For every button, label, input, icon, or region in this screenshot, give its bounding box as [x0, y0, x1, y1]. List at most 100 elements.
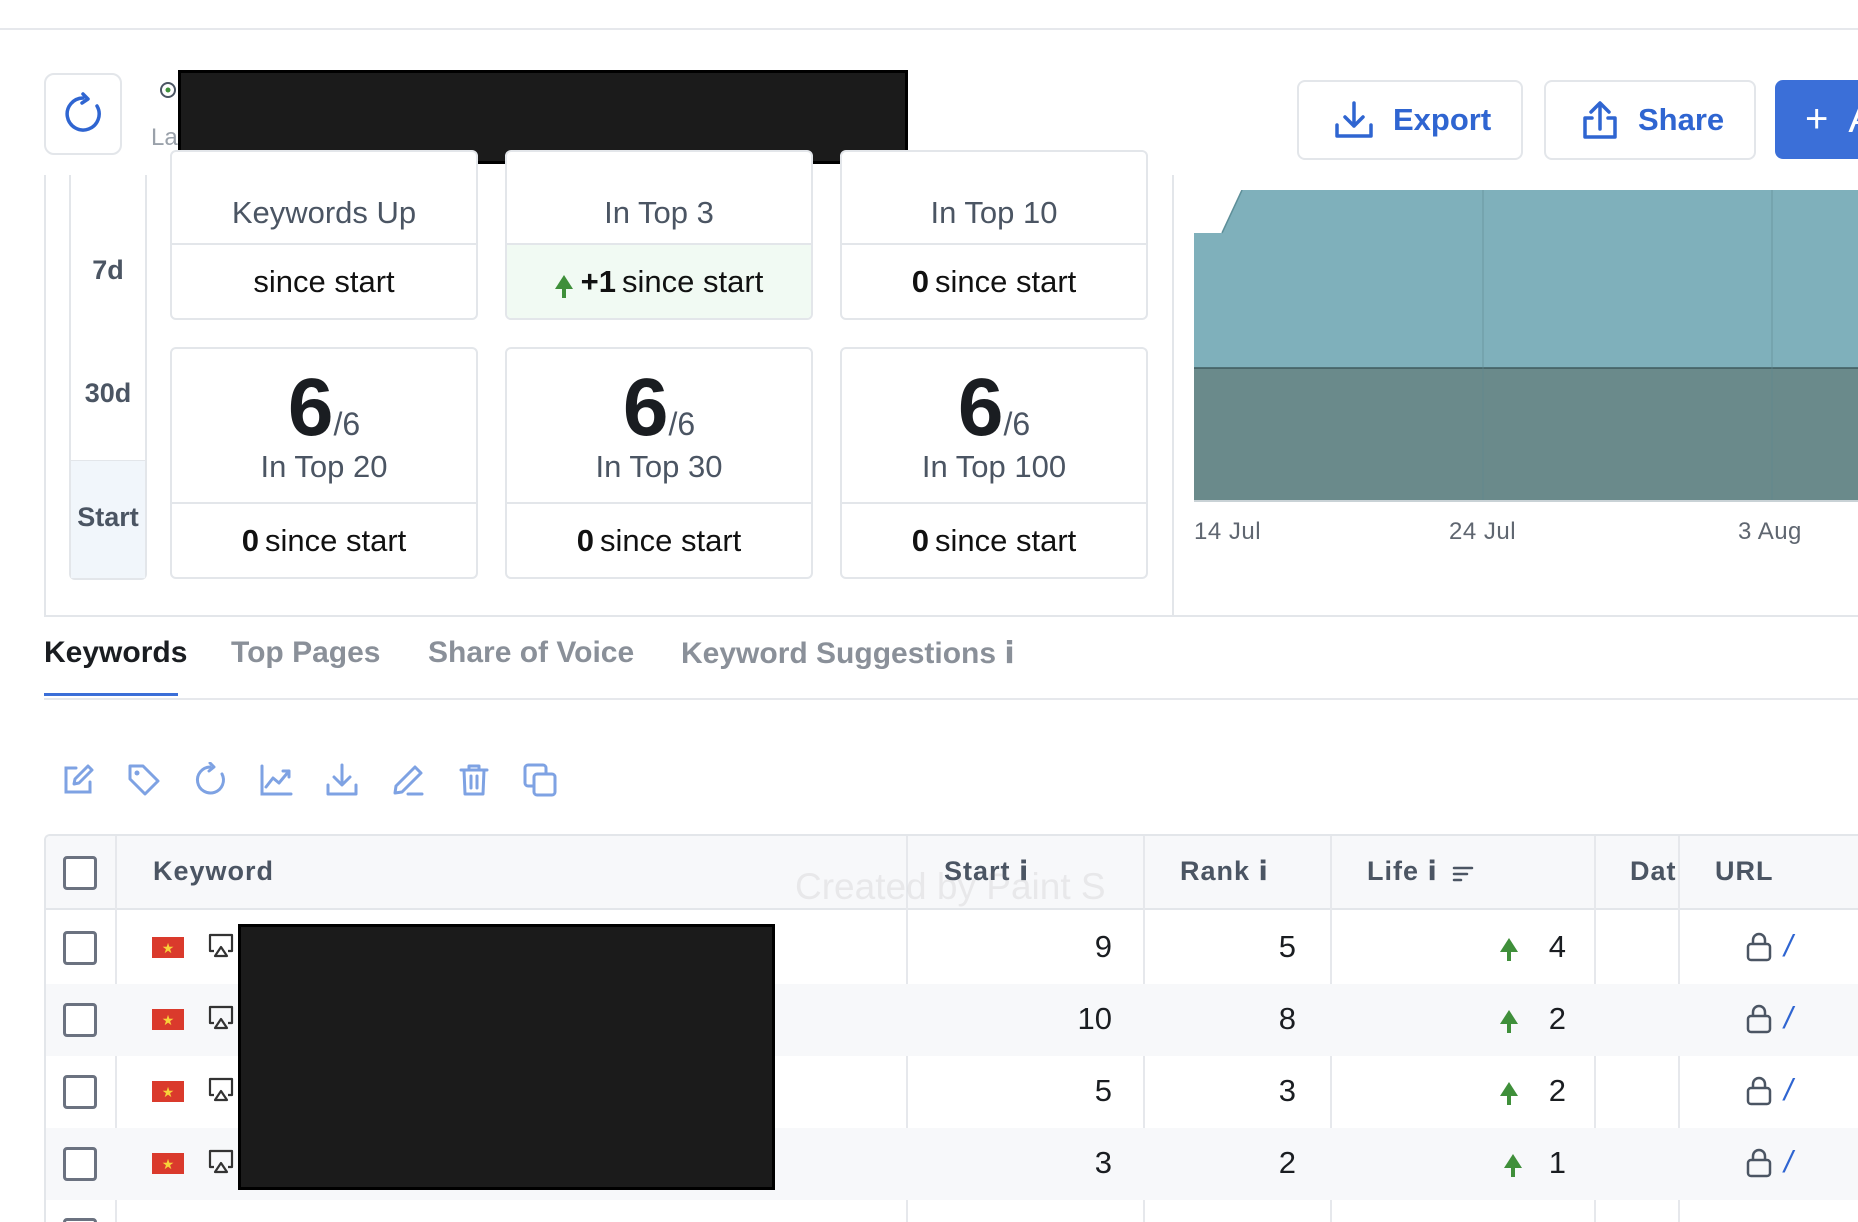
cell-life: 2	[1548, 1073, 1566, 1108]
card-title: In Top 100	[921, 449, 1067, 484]
cell-url[interactable]: /	[1784, 928, 1793, 964]
top-divider	[0, 0, 1858, 30]
lock-icon[interactable]	[1746, 932, 1772, 962]
card-foot-value: 0	[576, 522, 594, 558]
card-count: 6/6	[842, 361, 1146, 455]
arrow-up-icon	[554, 274, 573, 298]
chart-x-label: 24 Jul	[1449, 518, 1517, 545]
col-header-keyword[interactable]: Keyword	[153, 856, 274, 887]
redacted-keywords	[238, 924, 775, 1190]
card-foot-text: since start	[622, 263, 764, 299]
col-header-url[interactable]: URL	[1715, 856, 1774, 887]
download-icon	[1335, 101, 1373, 138]
card-foot-value: 0	[241, 522, 259, 558]
table-toolbar	[60, 762, 558, 798]
col-header-life[interactable]: Life ⅰ	[1367, 856, 1438, 887]
card-foot-value: +1	[580, 263, 617, 299]
card-foot-text: since start	[934, 522, 1077, 558]
card-count: 6/6	[172, 361, 476, 455]
download-icon[interactable]	[324, 762, 360, 798]
trash-icon[interactable]	[456, 762, 492, 798]
cell-life: 1	[1548, 1145, 1566, 1180]
arrow-up-icon	[1500, 1082, 1518, 1105]
tab-top-pages[interactable]: Top Pages	[231, 636, 380, 670]
period-selector: 7d 30d Start	[69, 175, 147, 580]
vietnam-flag-icon: ★	[152, 937, 184, 958]
pencil-icon[interactable]	[390, 762, 426, 798]
copy-icon[interactable]	[522, 762, 558, 798]
export-label: Export	[1393, 102, 1492, 137]
card-title: In Top 30	[595, 449, 723, 484]
lock-icon[interactable]	[1746, 1148, 1772, 1178]
export-button[interactable]: Export	[1297, 80, 1523, 160]
cell-life: 2	[1548, 1001, 1566, 1036]
col-header-rank[interactable]: Rank ⅰ	[1180, 856, 1269, 887]
cell-start: 3	[1094, 1145, 1112, 1180]
active-tab-indicator	[44, 693, 178, 696]
card-in-top-100: 6/6 In Top 100 0 since start	[840, 347, 1148, 579]
refresh-icon[interactable]	[192, 762, 228, 798]
edit-icon[interactable]	[60, 762, 96, 798]
card-footer: 0 since start	[842, 502, 1146, 577]
cell-url[interactable]: /	[1784, 1144, 1793, 1180]
tab-keywords[interactable]: Keywords	[44, 636, 187, 670]
tab-share-of-voice[interactable]: Share of Voice	[428, 636, 634, 670]
sort-icon[interactable]	[1452, 864, 1474, 884]
cell-start: 10	[1077, 1001, 1112, 1036]
plus-icon: +	[1805, 97, 1829, 141]
ranking-distribution-chart	[1194, 190, 1858, 502]
tab-keyword-suggestions[interactable]: Keyword Suggestions ⅰ	[681, 636, 1015, 671]
desktop-icon	[208, 1005, 234, 1030]
row-checkbox[interactable]	[63, 931, 97, 965]
arrow-up-icon	[1500, 938, 1518, 961]
col-header-date[interactable]: Dat	[1630, 856, 1677, 887]
card-count-value: 6	[622, 362, 669, 453]
card-count-value: 6	[957, 362, 1004, 453]
share-button[interactable]: Share	[1544, 80, 1756, 160]
select-all-checkbox[interactable]	[63, 856, 97, 890]
cell-url[interactable]: /	[1784, 1072, 1793, 1108]
period-30d[interactable]: 30d	[71, 378, 145, 409]
row-checkbox[interactable]	[63, 1003, 97, 1037]
row-checkbox[interactable]	[63, 1075, 97, 1109]
card-count: 6/6	[507, 361, 811, 455]
tag-icon[interactable]	[126, 762, 162, 798]
lock-icon[interactable]	[1746, 1076, 1772, 1106]
card-footer: 0 since start	[172, 502, 476, 577]
cell-start: 9	[1094, 929, 1112, 964]
vietnam-flag-icon: ★	[152, 1009, 184, 1030]
tab-bar: Keywords Top Pages Share of Voice Keywor…	[44, 636, 1858, 700]
refresh-button[interactable]	[44, 73, 122, 155]
cell-rank: 5	[1278, 929, 1296, 964]
chart-icon[interactable]	[258, 762, 294, 798]
card-count-total: /6	[668, 406, 696, 442]
share-label: Share	[1638, 102, 1725, 137]
card-title: In Top 20	[260, 449, 388, 484]
row-checkbox[interactable]	[63, 1147, 97, 1181]
card-footer: 0 since start	[507, 502, 811, 577]
desktop-icon	[208, 1077, 234, 1102]
period-7d[interactable]: 7d	[71, 255, 145, 286]
card-title: In Top 3	[604, 195, 714, 230]
desktop-icon	[208, 933, 234, 958]
card-title: Keywords Up	[231, 195, 417, 230]
add-label: A	[1848, 97, 1858, 142]
lock-icon[interactable]	[1746, 1004, 1772, 1034]
cell-url[interactable]: /	[1784, 1000, 1793, 1036]
watermark: Created by Paint S	[795, 866, 1106, 907]
card-foot-value: 0	[911, 263, 929, 299]
arrow-up-icon	[1504, 1154, 1522, 1177]
row-checkbox[interactable]	[63, 1218, 97, 1222]
chart-x-label: 14 Jul	[1194, 518, 1262, 545]
vietnam-flag-icon: ★	[152, 1081, 184, 1102]
period-start[interactable]: Start	[71, 502, 145, 533]
card-count-value: 6	[287, 362, 334, 453]
card-in-top-20: 6/6 In Top 20 0 since start	[170, 347, 478, 579]
cell-rank: 2	[1278, 1145, 1296, 1180]
location-label: La	[151, 124, 178, 151]
arrow-up-icon	[1500, 1010, 1518, 1033]
cell-start: 5	[1094, 1073, 1112, 1108]
share-icon	[1583, 101, 1617, 139]
add-keywords-button[interactable]: + A	[1775, 80, 1858, 159]
chart-lower-area	[1194, 368, 1858, 502]
